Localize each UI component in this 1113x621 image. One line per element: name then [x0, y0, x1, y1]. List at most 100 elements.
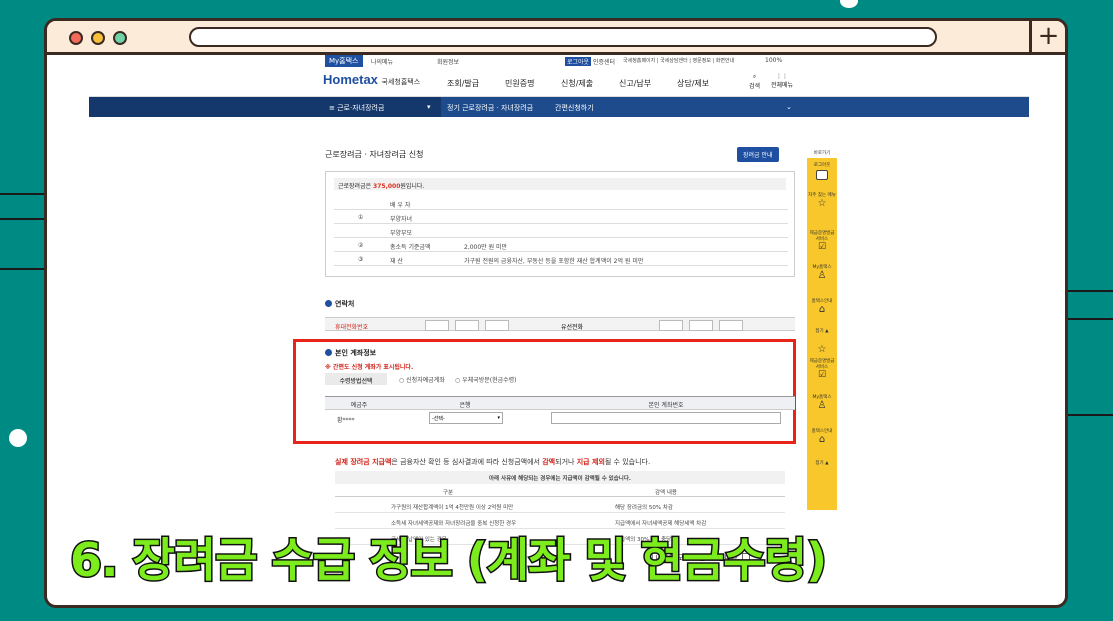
close-dot-icon[interactable]	[69, 31, 83, 45]
req-no: ②	[358, 242, 364, 249]
phone-input-2[interactable]	[689, 320, 713, 331]
quick-collapse-2[interactable]: 접기 ▲	[807, 460, 837, 466]
mobile-input-1[interactable]	[425, 320, 449, 331]
zoom-level: 100%	[765, 57, 783, 64]
mobile-input-3[interactable]	[485, 320, 509, 331]
nav-level2[interactable]: 정기 근로장려금 · 자녀장려금	[447, 103, 533, 113]
logo-text: Hometax	[323, 72, 378, 87]
reduction-type: 소득세 자녀세액공제와 자녀장려금을 중복 신청한 경우	[391, 521, 517, 527]
decor-dot	[9, 429, 27, 447]
amount-value: 375,000	[373, 183, 401, 190]
method-radio-account[interactable]: ○ 신청자예금계좌	[399, 375, 445, 384]
amount-suffix: 원입니다.	[400, 183, 425, 190]
top-links[interactable]: 국세청홈페이지 | 국세상담센터 | 영문정보 | 화면안내	[623, 57, 734, 64]
method-radio-cash[interactable]: ○ 우체국방문(현금수령)	[455, 375, 517, 384]
guide-button[interactable]: 장려금 안내	[737, 147, 779, 162]
account-section-title: 본인 계좌정보	[325, 348, 376, 358]
quick-cert-2[interactable]: 제금증명발급 서비스 ☑	[807, 358, 837, 380]
home-icon: ⌂	[818, 434, 826, 445]
quick-logout[interactable]: 로그아웃	[807, 162, 837, 180]
quick-logout-label: 로그아웃	[813, 163, 831, 168]
home-icon: ⌂	[818, 304, 826, 315]
requirements-box: 근로장려금은 375,000원입니다. 배 우 자 ① 부양자녀 부양부모 ② 총소…	[325, 171, 795, 277]
bank-select[interactable]: -선택- ▾	[429, 412, 503, 424]
decor-line	[0, 268, 44, 270]
contact-row: 휴대전화번호 유선전화	[325, 317, 795, 331]
search-label: 검색	[749, 83, 761, 90]
quick-menu-title: 바로가기	[807, 148, 837, 158]
browser-titlebar: +	[47, 21, 1065, 55]
account-warning: ※ 간편도 신청 계좌가 표시됩니다.	[325, 364, 414, 371]
decor-line	[1068, 318, 1113, 320]
phone-input-3[interactable]	[719, 320, 743, 331]
col-account: 본인 계좌번호	[537, 397, 795, 410]
notice-p2: 은 금융자산 확인 등 심사결과에 따라 신청금액에서	[391, 458, 540, 466]
amount-prefix: 근로장려금은	[338, 183, 372, 190]
my-menu-link[interactable]: 나의메뉴	[371, 57, 393, 66]
logout-button[interactable]: 로그아웃	[565, 57, 592, 66]
all-menu-button[interactable]: ⋮⋮ 전체메뉴	[771, 73, 793, 89]
quick-guide[interactable]: 홈택스안내 ⌂	[807, 298, 837, 315]
menu-apply[interactable]: 신청/제출	[561, 78, 593, 89]
quick-myhometax-2[interactable]: My홈택스 ♙	[807, 394, 837, 411]
hometax-logo[interactable]: Hometax 국세청홈택스	[323, 72, 420, 87]
holder-value: 황****	[337, 417, 355, 424]
account-table: 예금주 은행 본인 계좌번호 황**** -선택- ▾	[325, 396, 795, 424]
cert-center-link[interactable]: 인증센터	[593, 57, 615, 66]
col-reduce: 감액 내용	[655, 490, 677, 496]
minimize-dot-icon[interactable]	[91, 31, 105, 45]
chevron-down-icon: ▾	[497, 415, 500, 421]
hometax-page: My홈택스 나의메뉴 회원정보 로그아웃 인증센터 국세청홈페이지 | 국세상담…	[89, 55, 1029, 605]
nav-level1[interactable]: ≡ 근로·자녀장려금 ▾	[89, 97, 441, 117]
reduction-head: 아래 사유에 해당되는 경우에는 지급액이 감액될 수 있습니다.	[335, 471, 785, 484]
quick-collapse[interactable]: 접기 ▲	[807, 328, 837, 334]
nav-expand-chevron-icon[interactable]: ⌄	[786, 103, 792, 111]
menu-certificate[interactable]: 민원증명	[505, 78, 534, 89]
search-button[interactable]: ⌕ 검색	[749, 73, 760, 90]
location-navbar: ≡ 근로·자녀장려금 ▾ 정기 근로장려금 · 자녀장려금 간편신청하기 ⌄	[89, 97, 1029, 117]
decor-line	[1068, 414, 1113, 416]
person-icon: ♙	[817, 270, 827, 281]
reduction-content: 해당 장려금의 50% 차감	[615, 505, 673, 511]
quick-cert[interactable]: 제금증명발급 서비스 ☑	[807, 230, 837, 252]
decor-dot	[840, 0, 858, 8]
check-icon: ☑	[817, 242, 827, 252]
method-opt2-text: 우체국방문(현금수령)	[462, 377, 517, 384]
account-number-input[interactable]	[551, 412, 781, 424]
maximize-dot-icon[interactable]	[113, 31, 127, 45]
chevron-down-icon: ▾	[427, 103, 431, 111]
address-bar[interactable]	[189, 27, 937, 47]
amount-summary: 근로장려금은 375,000원입니다.	[334, 178, 786, 190]
bank-select-text: -선택-	[432, 416, 445, 422]
reduction-notice: 실제 장려금 지급액은 금융자산 확인 등 심사결과에 따라 신청금액에서 감액…	[335, 457, 650, 467]
phone-input-1[interactable]	[659, 320, 683, 331]
quick-cert2-label: 제금증명발급 서비스	[809, 359, 835, 370]
nav-level3[interactable]: 간편신청하기	[555, 103, 594, 113]
notice-p3: 감액	[542, 458, 556, 466]
mobile-label: 휴대전화번호	[335, 324, 369, 331]
page-title: 근로장려금 · 자녀장려금 신청	[325, 150, 424, 159]
menu-consult[interactable]: 상담/제보	[677, 78, 709, 89]
nav-level1-label: 근로·자녀장려금	[337, 104, 385, 112]
quick-guide-2[interactable]: 홈택스안내 ⌂	[807, 428, 837, 445]
contact-title-text: 연락처	[335, 300, 355, 308]
quick-cert-label: 제금증명발급 서비스	[809, 231, 835, 242]
req-label: 배 우 자	[390, 202, 411, 209]
menu-inquiry[interactable]: 조회/발급	[447, 78, 479, 89]
reduction-row: 가구원의 재산합계액이 1억 4천만원 이상 2억원 미만 해당 장려금의 50%…	[335, 499, 785, 513]
member-info-link[interactable]: 회원정보	[437, 57, 459, 66]
quick-menu-sidebar: 바로가기 로그아웃 자주 찾는 메뉴 ☆ 제금증명발급 서비스 ☑ My홈택스 ♙ 홈…	[807, 148, 837, 510]
notice-p1: 실제 장려금 지급액	[335, 458, 392, 466]
star-icon: ☆	[817, 344, 827, 355]
mobile-input-2[interactable]	[455, 320, 479, 331]
menu-report-pay[interactable]: 신고/납부	[619, 78, 651, 89]
quick-myhometax[interactable]: My홈택스 ♙	[807, 264, 837, 281]
req-row: 부양부모	[334, 224, 788, 238]
contact-section-title: 연락처	[325, 299, 354, 309]
my-hometax-link[interactable]: My홈택스	[325, 55, 363, 67]
logo-subtitle: 국세청홈택스	[381, 79, 421, 86]
new-tab-plus-icon[interactable]: +	[1029, 21, 1065, 52]
browser-window: + My홈택스 나의메뉴 회원정보 로그아웃 인증센터 국세청홈페이지 | 국세…	[44, 18, 1068, 608]
quick-favorites[interactable]: 자주 찾는 메뉴 ☆	[807, 192, 837, 209]
person-icon: ♙	[817, 400, 827, 411]
